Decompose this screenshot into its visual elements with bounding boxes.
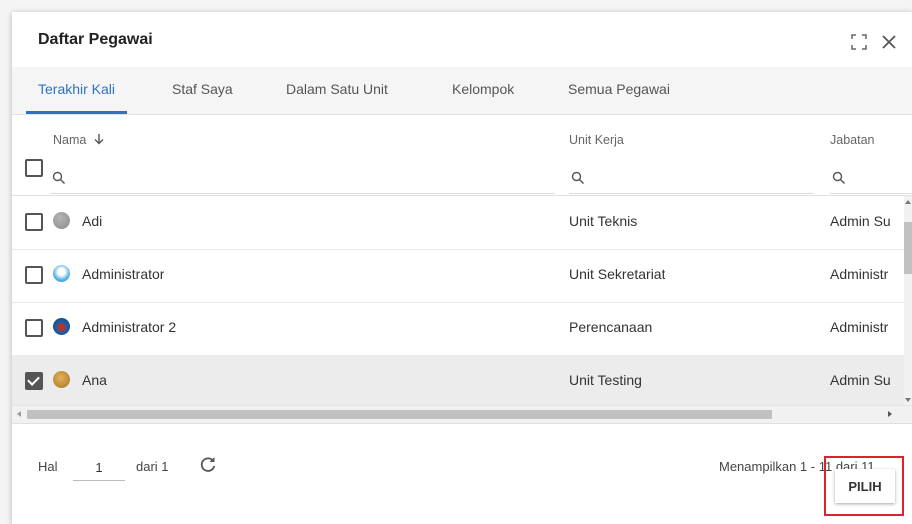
pilih-highlight: PILIH <box>824 456 904 516</box>
page-label: Hal <box>38 459 58 474</box>
scroll-up-icon[interactable] <box>904 198 912 206</box>
pagination-bar: Hal dari 1 Menampilkan 1 - 11 dari 11 <box>12 423 912 524</box>
column-nama-label: Nama <box>53 133 87 147</box>
gray-avatar <box>53 212 70 229</box>
tab-bar: Terakhir Kali Staf Saya Dalam Satu Unit … <box>12 67 912 115</box>
refresh-icon[interactable] <box>198 454 218 474</box>
employee-name: Ana <box>82 372 107 388</box>
employee-unit: Unit Teknis <box>569 213 638 229</box>
employee-unit: Perencanaan <box>569 319 653 335</box>
search-icon <box>52 171 66 185</box>
vertical-scrollbar[interactable] <box>904 196 912 406</box>
photo-avatar <box>53 371 70 388</box>
row-checkbox[interactable] <box>25 213 43 231</box>
employee-jabatan: Admin Su <box>830 372 891 388</box>
close-icon[interactable] <box>880 33 898 51</box>
scroll-down-icon[interactable] <box>904 396 912 404</box>
employee-unit: Unit Testing <box>569 372 642 388</box>
row-checkbox[interactable] <box>25 319 43 337</box>
grid-header: Nama Unit Kerja Jabatan <box>12 115 912 196</box>
arrow-down-icon <box>94 134 104 145</box>
search-icon <box>571 171 585 185</box>
employee-dialog: Daftar Pegawai Terakhir Kali Staf Saya D… <box>12 12 912 524</box>
page-number-input[interactable] <box>73 454 125 481</box>
employee-jabatan: Administr <box>830 319 889 335</box>
select-all-checkbox[interactable] <box>25 159 43 177</box>
tab-staf-saya[interactable]: Staf Saya <box>160 67 245 114</box>
tab-semua-pegawai[interactable]: Semua Pegawai <box>556 67 682 114</box>
employee-name: Administrator <box>82 266 165 282</box>
scroll-left-icon[interactable] <box>15 410 23 418</box>
fullscreen-icon[interactable] <box>850 33 868 51</box>
nama-filter-input[interactable] <box>50 165 555 194</box>
employee-name: Adi <box>82 213 103 229</box>
column-nama-header[interactable]: Nama <box>53 133 105 147</box>
dialog-header: Daftar Pegawai <box>12 12 912 67</box>
page-total-label: dari 1 <box>136 459 169 474</box>
scroll-right-icon[interactable] <box>886 410 894 418</box>
horizontal-scrollbar[interactable] <box>12 405 912 423</box>
cartoon-avatar <box>53 265 70 282</box>
unit-filter-input[interactable] <box>569 165 814 194</box>
row-checkbox[interactable] <box>25 372 43 390</box>
employee-list: Adi Unit Teknis Admin Su Administrator U… <box>12 196 912 406</box>
employee-name: Administrator 2 <box>82 319 177 335</box>
tab-terakhir-kali[interactable]: Terakhir Kali <box>26 67 128 114</box>
employee-unit: Unit Sekretariat <box>569 266 666 282</box>
column-unit-header[interactable]: Unit Kerja <box>569 133 624 147</box>
table-row[interactable]: Administrator 2 Perencanaan Administr <box>12 302 904 356</box>
blue-avatar <box>53 318 70 335</box>
table-row[interactable]: Ana Unit Testing Admin Su <box>12 355 904 406</box>
horizontal-scroll-thumb[interactable] <box>27 410 772 419</box>
search-icon <box>832 171 846 185</box>
row-checkbox[interactable] <box>25 266 43 284</box>
column-jabatan-header[interactable]: Jabatan <box>830 133 874 147</box>
employee-jabatan: Administr <box>830 266 889 282</box>
vertical-scroll-thumb[interactable] <box>904 222 912 274</box>
tab-dalam-satu-unit[interactable]: Dalam Satu Unit <box>274 67 400 114</box>
table-row[interactable]: Adi Unit Teknis Admin Su <box>12 196 904 250</box>
table-row[interactable]: Administrator Unit Sekretariat Administr <box>12 249 904 303</box>
dialog-title: Daftar Pegawai <box>38 31 153 48</box>
pilih-button[interactable]: PILIH <box>835 469 895 503</box>
jabatan-filter-input[interactable] <box>830 165 912 194</box>
tab-kelompok[interactable]: Kelompok <box>440 67 526 114</box>
employee-jabatan: Admin Su <box>830 213 891 229</box>
